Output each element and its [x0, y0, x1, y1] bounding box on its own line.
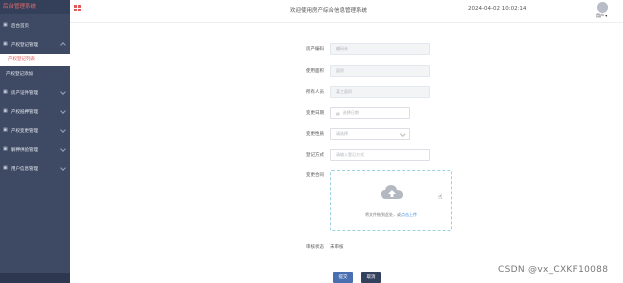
top-header: 欢迎使用房产综合信息管理系统 2024-04-02 10:02:14 用户 ▾	[70, 0, 623, 23]
form-row-upload: 变更合同 将文件拖到此处，或点击上传 ☝	[280, 170, 452, 231]
form-row-date: 变更日期 ▦ 选择日期	[280, 106, 410, 120]
cancel-button[interactable]: 取消	[361, 272, 381, 283]
field-label: 登记方式	[306, 153, 324, 158]
chevron-down-icon	[60, 89, 66, 95]
sidebar-item-label: 用户信息管理	[11, 166, 38, 172]
submit-button[interactable]: 提交	[333, 272, 353, 283]
sidebar-item-label: 产权变更管理	[11, 128, 38, 134]
field-label: 使用面积	[306, 69, 324, 74]
avatar[interactable]	[597, 2, 608, 13]
upload-link[interactable]: 点击上传	[401, 212, 417, 217]
sidebar-item-home[interactable]: ▣ 后台首页	[0, 16, 70, 35]
watermark: CSDN @vx_CXKF10088	[498, 265, 609, 275]
sidebar-subitem-registration-add[interactable]: 产权登记添加	[0, 66, 70, 83]
date-placeholder: 选择日期	[342, 110, 359, 115]
menu-icon: ▣	[3, 146, 8, 152]
menu-icon: ▣	[3, 127, 8, 133]
menu-icon: ▣	[3, 89, 8, 95]
form-row-method: 登记方式 请输入登记方式	[280, 148, 430, 162]
area-input[interactable]: 面积	[330, 65, 430, 77]
chevron-down-icon	[60, 108, 66, 114]
date-picker[interactable]: ▦ 选择日期	[330, 107, 410, 119]
menu-icon: ▣	[3, 108, 8, 114]
sidebar-item-label: 房产证件管理	[11, 90, 38, 96]
type-select[interactable]: 请选择	[330, 128, 410, 140]
upload-cloud-icon	[381, 185, 403, 199]
owner-input[interactable]: 某工面积	[330, 86, 430, 98]
calendar-icon: ▦	[336, 110, 340, 116]
chevron-down-icon	[60, 146, 66, 152]
form-row-code: 房产编码 编码未	[280, 42, 430, 56]
field-label: 变更合同	[306, 173, 324, 178]
form-row-owner: 所有人员 某工面积	[280, 85, 430, 99]
sidebar: 后台管理系统 ▣ 后台首页 ▣ 产权登记管理 产权登记列表 产权登记添加 ▣ 房…	[0, 0, 70, 283]
sidebar-item-release[interactable]: ▣ 解押供验管理	[0, 140, 70, 159]
field-label: 审核状态	[306, 245, 324, 250]
form-row-type: 变更性质 请选择	[280, 127, 410, 141]
menu-toggle-icon[interactable]	[74, 5, 81, 11]
home-icon: ▣	[3, 22, 8, 28]
chevron-down-icon	[60, 127, 66, 133]
form-row-area: 使用面积 面积	[280, 64, 430, 78]
upload-hint-text: 将文件拖到此处，或	[365, 212, 401, 217]
status-value: 未审核	[330, 245, 344, 250]
sidebar-item-documents[interactable]: ▣ 房产证件管理	[0, 83, 70, 102]
sidebar-footer	[0, 273, 70, 283]
upload-hint: 将文件拖到此处，或点击上传	[331, 212, 451, 218]
field-label: 所有人员	[306, 90, 324, 95]
field-label: 房产编码	[306, 47, 324, 52]
sidebar-item-mortgage[interactable]: ▣ 产权抵押管理	[0, 102, 70, 121]
sidebar-item-label: 产权登记管理	[11, 42, 38, 48]
chevron-up-icon	[60, 42, 66, 48]
upload-dropzone[interactable]: 将文件拖到此处，或点击上传 ☝	[330, 170, 452, 231]
user-menu[interactable]: 用户 ▾	[596, 13, 607, 19]
sidebar-item-users[interactable]: ▣ 用户信息管理	[0, 159, 70, 178]
field-label: 变更日期	[306, 111, 324, 116]
form-row-status: 审核状态 未审核	[280, 244, 344, 250]
sidebar-item-change[interactable]: ▣ 产权变更管理	[0, 121, 70, 140]
code-input[interactable]: 编码未	[330, 43, 430, 55]
hand-cursor-icon: ☝	[438, 193, 443, 201]
sidebar-item-property-registration[interactable]: ▣ 产权登记管理	[0, 35, 70, 54]
sidebar-item-label: 解押供验管理	[11, 147, 38, 153]
sidebar-item-label: 产权抵押管理	[11, 109, 38, 115]
sidebar-subitem-registration-list[interactable]: 产权登记列表	[0, 54, 70, 66]
select-placeholder: 请选择	[336, 131, 348, 136]
menu-icon: ▣	[3, 165, 8, 171]
sidebar-item-label: 后台首页	[11, 23, 29, 29]
menu-icon: ▣	[3, 41, 8, 47]
field-label: 变更性质	[306, 132, 324, 137]
page-title: 欢迎使用房产综合信息管理系统	[290, 8, 368, 14]
header-datetime: 2024-04-02 10:02:14	[468, 6, 527, 12]
chevron-down-icon	[60, 165, 66, 171]
chevron-down-icon	[399, 131, 405, 137]
brand-title: 后台管理系统	[0, 0, 70, 14]
method-input[interactable]: 请输入登记方式	[330, 149, 430, 161]
